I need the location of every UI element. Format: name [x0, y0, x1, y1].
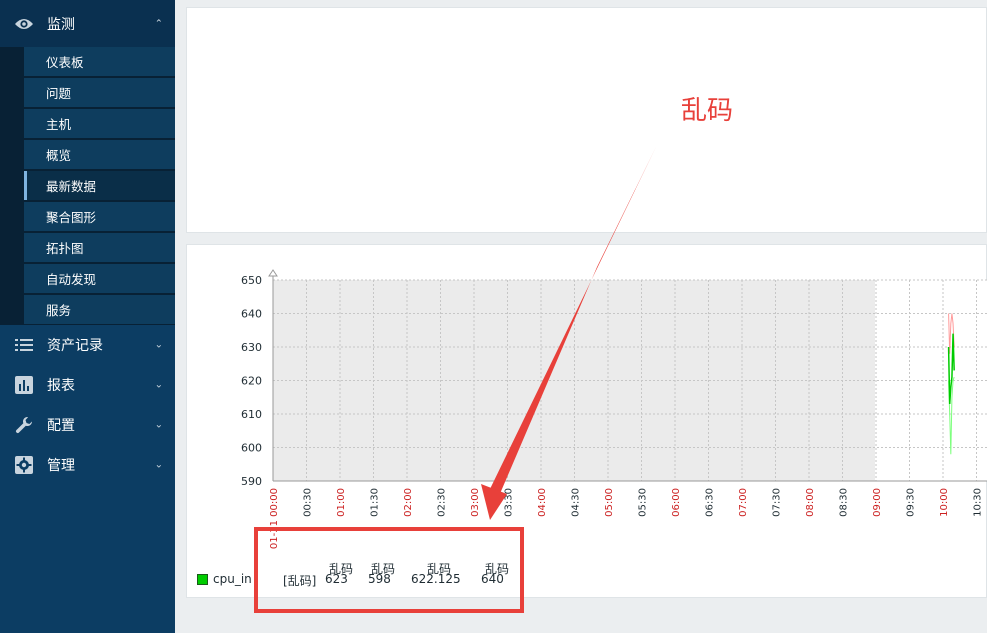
x-tick-label: 02:00 [403, 488, 414, 517]
y-tick-label: 620 [241, 375, 262, 388]
menu-inventory[interactable]: 资产记录 ⌄ [0, 325, 175, 365]
menu-configuration[interactable]: 配置 ⌄ [0, 405, 175, 445]
y-tick-label: 650 [241, 274, 262, 287]
chevron-down-icon: ⌄ [154, 379, 163, 391]
x-tick-label: 08:30 [839, 488, 850, 517]
y-tick-label: 640 [241, 308, 262, 321]
submenu-item-overview[interactable]: 概览 [24, 140, 175, 170]
y-tick-label: 630 [241, 341, 262, 354]
submenu-item-dashboard[interactable]: 仪表板 [24, 47, 175, 77]
menu-administration[interactable]: 管理 ⌄ [0, 445, 175, 485]
eye-icon [14, 14, 34, 34]
gear-icon [14, 455, 34, 475]
x-tick-label: 05:00 [604, 488, 615, 517]
y-tick-label: 610 [241, 408, 262, 421]
annotation-box [254, 527, 524, 613]
legend-swatch-cpu-in [197, 574, 208, 585]
submenu-item-latest-data[interactable]: 最新数据 [24, 171, 175, 201]
x-tick-label: 03:30 [504, 488, 515, 517]
submenu-item-hosts[interactable]: 主机 [24, 109, 175, 139]
x-tick-label: 04:30 [571, 488, 582, 517]
x-tick-label: 07:30 [772, 488, 783, 517]
x-tick-label: 06:00 [671, 488, 682, 517]
menu-monitoring-label: 监测 [47, 16, 75, 33]
monitoring-submenu: 仪表板 问题 主机 概览 最新数据 聚合图形 拓扑图 自动发现 服务 [0, 47, 175, 325]
wrench-icon [14, 415, 34, 435]
menu-monitoring[interactable]: 监测 ⌃ [0, 0, 175, 47]
menu-inventory-label: 资产记录 [47, 338, 103, 354]
x-tick-label: 02:30 [437, 488, 448, 517]
x-tick-label: 07:00 [738, 488, 749, 517]
sidebar: 监测 ⌃ 仪表板 问题 主机 概览 最新数据 聚合图形 拓扑图 自动发现 服务 … [0, 0, 175, 633]
submenu-item-discovery[interactable]: 自动发现 [24, 264, 175, 294]
chevron-down-icon: ⌄ [154, 419, 163, 431]
menu-configuration-label: 配置 [47, 418, 75, 434]
x-tick-label: 10:30 [973, 488, 984, 517]
menu-reports[interactable]: 报表 ⌄ [0, 365, 175, 405]
chart-y-tick-labels: 650 640 630 620 610 600 590 [241, 274, 262, 488]
x-tick-label: 06:30 [705, 488, 716, 517]
x-tick-label: 00:30 [303, 488, 314, 517]
chevron-up-icon: ⌃ [154, 18, 163, 29]
legend-series-name: cpu_in [213, 572, 252, 586]
y-tick-label: 590 [241, 475, 262, 488]
submenu-item-maps[interactable]: 拓扑图 [24, 233, 175, 263]
bar-chart-icon [14, 375, 34, 395]
x-tick-label: 10:00 [939, 488, 950, 517]
top-panel [186, 7, 987, 233]
x-tick-label: 09:00 [872, 488, 883, 517]
submenu-item-screens[interactable]: 聚合图形 [24, 202, 175, 232]
x-tick-label: 03:00 [470, 488, 481, 517]
submenu-item-problems[interactable]: 问题 [24, 78, 175, 108]
x-tick-label: 09:30 [906, 488, 917, 517]
chevron-down-icon: ⌄ [154, 459, 163, 471]
y-tick-label: 600 [241, 442, 262, 455]
list-icon [14, 335, 34, 355]
annotation-label: 乱码 [681, 96, 734, 126]
x-tick-label: 05:30 [638, 488, 649, 517]
chevron-down-icon: ⌄ [154, 339, 163, 351]
x-tick-label: 01:30 [370, 488, 381, 517]
x-tick-label: 04:00 [537, 488, 548, 517]
menu-administration-label: 管理 [47, 458, 75, 474]
x-tick-label: 01:00 [336, 488, 347, 517]
x-tick-label: 08:00 [805, 488, 816, 517]
chart-y-axis-arrow [268, 269, 278, 277]
submenu-item-services[interactable]: 服务 [24, 295, 175, 325]
menu-reports-label: 报表 [47, 378, 75, 394]
